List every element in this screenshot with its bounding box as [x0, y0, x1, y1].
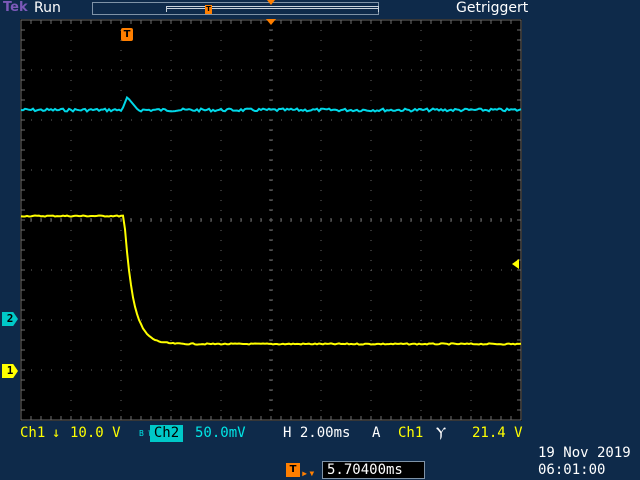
trigger-source[interactable]: Ch1: [398, 425, 423, 441]
trigger-position-value[interactable]: 5.70400ms: [322, 461, 425, 479]
record-trigger-icon: T: [205, 5, 212, 14]
trigger-status: Getriggert: [456, 0, 529, 16]
trigger-mode: A: [372, 425, 381, 441]
ch1-coupling-icon: ↓: [52, 425, 61, 441]
trigger-delay-arrow-icon: ▸▾: [301, 466, 316, 480]
falling-edge-icon: Ⲩ: [436, 425, 447, 441]
acquisition-status: Run: [34, 0, 61, 16]
record-position-arrow-icon: [267, 0, 275, 5]
graticule: [20, 19, 522, 421]
ch1-ground-marker[interactable]: 1: [2, 364, 18, 378]
ch2-scale[interactable]: 50.0mV: [195, 425, 246, 441]
ch2-label[interactable]: Ch2: [150, 425, 183, 442]
trigger-level-arrow-icon[interactable]: [512, 259, 519, 269]
horizontal-position-arrow-icon[interactable]: [266, 19, 276, 25]
trigger-position-icon: T: [286, 463, 300, 477]
timebase-scale[interactable]: H 2.00ms: [283, 425, 350, 441]
ch2-ground-marker[interactable]: 2: [2, 312, 18, 326]
trigger-level[interactable]: 21.4 V: [472, 425, 523, 441]
record-view-window: [166, 6, 379, 12]
ch1-scale[interactable]: 10.0 V: [70, 425, 121, 441]
record-view-line: [166, 8, 378, 9]
date-display: 19 Nov 2019: [538, 445, 631, 461]
time-display: 06:01:00: [538, 462, 606, 478]
status-bar: Tek Run T Getriggert: [0, 0, 640, 19]
graticule-grid: [20, 19, 522, 421]
brand-logo: Tek: [3, 0, 28, 15]
settings-readout: Ch1 ↓ 10.0 V B W Ch2 50.0mV H 2.00ms A C…: [0, 423, 640, 480]
ch1-label[interactable]: Ch1: [20, 425, 45, 441]
trigger-position-marker[interactable]: T: [121, 28, 133, 41]
waveform-display[interactable]: [20, 19, 522, 421]
